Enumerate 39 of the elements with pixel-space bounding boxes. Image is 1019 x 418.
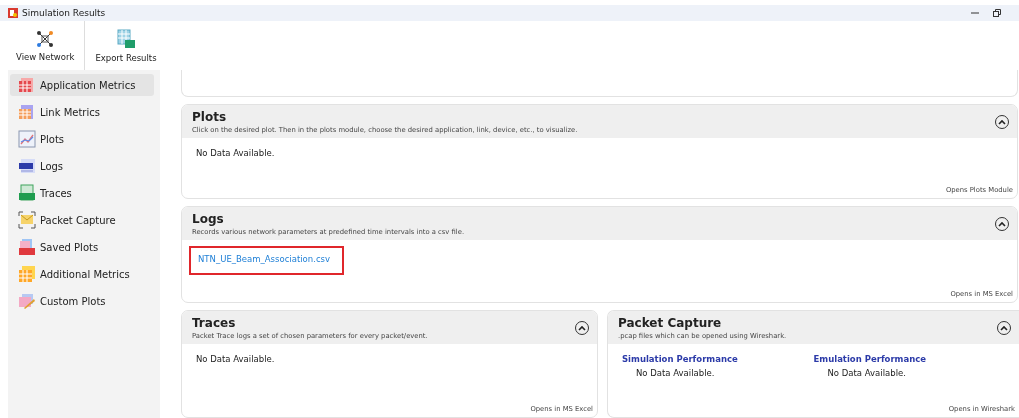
sidebar-item[interactable]: Link Metrics — [10, 101, 154, 123]
log-file-link[interactable]: NTN_UE_Beam_Association.csv — [189, 246, 345, 276]
sidebar-item-icon — [18, 292, 36, 310]
empty-message: No Data Available. — [636, 368, 716, 379]
empty-message: No Data Available. — [196, 354, 275, 365]
sidebar-item[interactable]: Saved Plots — [10, 236, 154, 258]
section-title: Logs — [192, 211, 225, 226]
spreadsheet-icon — [116, 28, 136, 49]
sidebar-item[interactable]: Additional Metrics — [10, 263, 154, 285]
section-title: Packet Capture — [618, 315, 723, 330]
chevron-icon — [578, 324, 586, 331]
sidebar-item-icon — [18, 184, 36, 202]
sidebar-item[interactable]: Application Metrics — [10, 74, 154, 96]
sidebar-item[interactable]: Traces — [10, 182, 154, 204]
sidebar-item-icon — [18, 157, 36, 175]
sidebar-item-icon — [18, 103, 36, 121]
view-network-button[interactable]: View Network — [6, 21, 85, 70]
section-title: Plots — [192, 109, 228, 124]
empty-message: No Data Available. — [827, 368, 907, 379]
app-logo-icon — [8, 8, 18, 18]
sidebar-item-icon — [18, 211, 36, 229]
chevron-icon — [998, 118, 1006, 125]
column-heading: Simulation Performance — [622, 354, 739, 365]
sidebar-item[interactable]: Plots — [10, 128, 154, 150]
chevron-icon — [1000, 324, 1008, 331]
empty-message: No Data Available. — [196, 148, 275, 159]
sidebar-item-icon — [18, 265, 36, 283]
sidebar-item-icon — [18, 76, 36, 94]
restore-icon[interactable] — [993, 9, 1001, 17]
sidebar-item[interactable]: Logs — [10, 155, 154, 177]
sidebar-item[interactable]: Packet Capture — [10, 209, 154, 231]
column-heading: Emulation Performance — [813, 354, 928, 365]
network-graph-icon — [36, 29, 55, 48]
sidebar-item-icon — [18, 130, 36, 148]
window-title: Simulation Results — [22, 8, 106, 18]
chevron-icon — [998, 220, 1006, 227]
sidebar-item[interactable]: Custom Plots — [10, 290, 154, 312]
section-title: Traces — [192, 315, 237, 330]
sidebar-item-icon — [18, 238, 36, 256]
